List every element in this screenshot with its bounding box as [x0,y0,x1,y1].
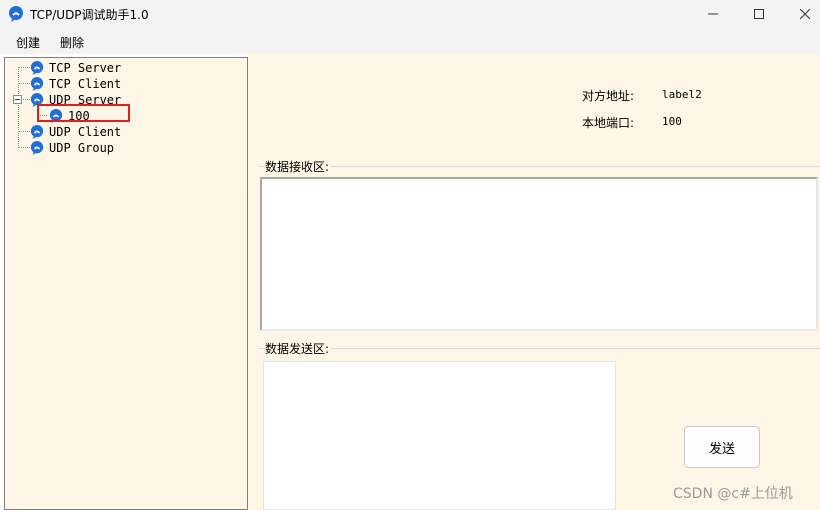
tree-node-label: TCP Server [49,61,122,75]
close-icon [800,9,810,19]
maximize-button[interactable] [736,0,782,28]
tree-node-udp-client[interactable]: UDP Client [30,124,121,140]
maximize-icon [754,9,764,19]
receive-textarea[interactable] [260,177,818,331]
phone-bubble-icon [30,125,44,139]
phone-bubble-icon [30,141,44,155]
title-bar: TCP/UDP调试助手1.0 [0,0,820,28]
tree-connector [23,99,30,100]
remote-address-label: 对方地址: [582,89,635,103]
tree-node-tcp-server[interactable]: TCP Server [30,60,121,76]
window-title: TCP/UDP调试助手1.0 [30,8,149,22]
tree-node-label: TCP Client [49,77,122,91]
close-button[interactable] [782,0,820,28]
connection-tree[interactable]: TCP Server TCP Client UDP Server 100 UDP… [4,57,248,510]
collapse-toggle[interactable] [13,95,22,104]
receive-area-title: 数据接收区: [265,158,332,175]
send-button[interactable]: 发送 [684,426,760,468]
local-port-value: 100 [662,115,682,128]
send-textarea[interactable] [263,361,616,510]
send-area-title: 数据发送区: [265,340,332,357]
menu-bar: 创建 删除 [0,28,820,54]
phone-bubble-icon [30,61,44,75]
minimize-button[interactable] [690,0,736,28]
tree-connector [18,147,30,148]
menu-delete[interactable]: 删除 [60,34,84,51]
tree-connector [18,131,30,132]
tree-connector [18,67,30,68]
send-group-border [258,348,820,349]
tree-node-label: UDP Group [49,141,115,155]
menu-create[interactable]: 创建 [16,34,40,51]
tree-root-connector [18,67,19,148]
local-port-label: 本地端口: [582,116,635,130]
minimize-icon [708,13,718,15]
selection-highlight-box [37,104,130,122]
tree-node-tcp-client[interactable]: TCP Client [30,76,121,92]
watermark-text: CSDN @c#上位机 [673,486,793,502]
phone-bubble-icon [30,77,44,91]
tree-node-label: UDP Client [49,125,122,139]
receive-group-border [258,166,820,167]
tree-node-udp-group[interactable]: UDP Group [30,140,114,156]
phone-bubble-icon [9,6,23,22]
tree-connector [18,83,30,84]
remote-address-value: label2 [662,88,702,101]
